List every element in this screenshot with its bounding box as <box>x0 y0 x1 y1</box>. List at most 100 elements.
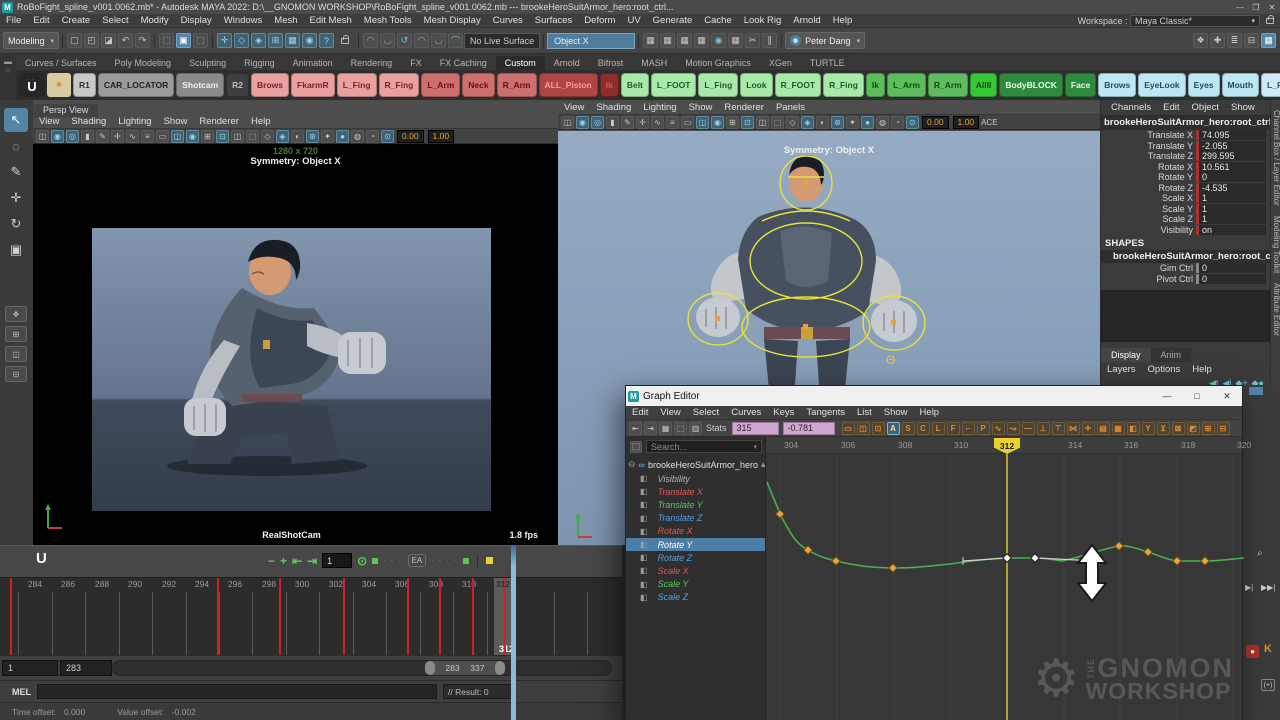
layer-editor-tab[interactable]: Display <box>1101 348 1151 362</box>
ge-keyframe-tool-icon[interactable]: ◫ <box>857 422 870 435</box>
ge-keyframe-tool-icon[interactable]: ⌐ <box>962 422 975 435</box>
shelf-tab[interactable]: XGen <box>760 56 801 70</box>
shelf-tab[interactable]: MASH <box>632 56 676 70</box>
tool-icon[interactable]: ▣ <box>4 238 28 262</box>
viewport-menu-item[interactable]: Help <box>245 116 277 127</box>
symmetry-object-field[interactable]: Object X <box>547 33 635 49</box>
shelf-tab[interactable]: Animation <box>284 56 342 70</box>
channel-row[interactable]: Rotate Z -4.535 <box>1101 183 1270 194</box>
menu-item[interactable]: UV <box>621 15 646 26</box>
ge-keyframe-tool-icon[interactable]: ⊥ <box>1037 422 1050 435</box>
viewport-toolbar-icon[interactable]: ◈ <box>801 116 814 129</box>
ge-keyframe-tool-icon[interactable]: ✛ <box>1082 422 1095 435</box>
stats-time-field[interactable]: 315 <box>732 422 779 435</box>
viewport-toolbar-icon[interactable]: ≡ <box>666 116 679 129</box>
window-maximize-button[interactable]: ❐ <box>1248 3 1264 12</box>
channel-row[interactable]: Pivot Ctrl 0 <box>1101 274 1270 285</box>
viewport-toolbar-icon[interactable]: ◫ <box>36 130 49 143</box>
graph-editor-menu-item[interactable]: Select <box>687 407 725 418</box>
shelf-button[interactable]: Brows <box>1098 73 1136 97</box>
menu-item[interactable]: Modify <box>135 15 175 26</box>
shelf-button[interactable]: AllII <box>970 73 998 97</box>
graph-editor-menu-item[interactable]: Help <box>914 407 946 418</box>
sidebar-vertical-tab[interactable]: Attribute Editor <box>1271 283 1280 336</box>
menu-item[interactable]: Curves <box>487 15 529 26</box>
viewport-menu-item[interactable]: Shading <box>65 116 112 127</box>
channel-item[interactable]: ◧ Rotate X <box>626 525 765 538</box>
tool-icon[interactable]: ◌ <box>4 134 28 158</box>
selection-mode-icon[interactable]: ▣ <box>176 33 191 48</box>
ge-tool-icon[interactable]: ▦ <box>659 422 672 435</box>
viewport-toolbar-icon[interactable]: ◇ <box>261 130 274 143</box>
viewport-toolbar-icon[interactable]: ● <box>336 130 349 143</box>
shelf-thumbnail-button[interactable]: ☀ <box>47 73 71 97</box>
menu-item[interactable]: Surfaces <box>529 15 579 26</box>
channel-item[interactable]: ◧ Scale Z <box>626 591 765 604</box>
viewport-toolbar-icon[interactable]: ⊛ <box>831 116 844 129</box>
layout-shortcut-button[interactable]: ⊟ <box>5 366 27 382</box>
lock-selection-icon[interactable] <box>341 38 349 44</box>
viewport-menu-item[interactable]: View <box>558 102 590 113</box>
selection-mode-icon[interactable]: ⬚ <box>193 33 208 48</box>
selected-node-name[interactable]: brookeHeroSuitArmor_hero:root_ctrl <box>1101 115 1270 130</box>
menu-set-dropdown[interactable]: Modeling▾ <box>3 32 59 49</box>
search-icon[interactable]: ⌕ <box>1257 548 1263 559</box>
rig-picker-logo[interactable]: ∙∙U <box>36 550 47 564</box>
time-ruler[interactable]: 304306308310314316318320 312 <box>766 437 1242 454</box>
shelf-button[interactable]: Neck <box>462 73 494 97</box>
shelf-button[interactable]: Belt <box>621 73 649 97</box>
channel-item[interactable]: ◧ Translate X <box>626 485 765 498</box>
viewport-toolbar-icon[interactable]: ◫ <box>696 116 709 129</box>
viewport-toolbar-icon[interactable]: ✦ <box>846 116 859 129</box>
channel-box-menu-item[interactable]: Object <box>1186 102 1225 113</box>
ge-tool-icon[interactable]: ⇥ <box>644 422 657 435</box>
shelf-tab[interactable]: FX Caching <box>431 56 496 70</box>
viewport-toolbar-icon[interactable]: ⊞ <box>726 116 739 129</box>
menu-item[interactable]: Arnold <box>787 15 826 26</box>
viewport-toolbar-icon[interactable]: ⊡ <box>741 116 754 129</box>
tool-icon[interactable]: ↻ <box>4 212 28 236</box>
file-toolbar-icon[interactable]: ↷ <box>135 33 150 48</box>
channel-item[interactable]: ◧ Rotate Y <box>626 538 765 551</box>
sidebar-toggle-icon[interactable]: ≣ <box>1227 33 1242 48</box>
construction-history-icon[interactable]: ◠ <box>363 33 378 48</box>
shape-node-name[interactable]: brookeHeroSuitArmor_hero:root_ct... <box>1101 250 1270 263</box>
evaluation-mode-button[interactable]: EA <box>408 554 427 567</box>
ge-keyframe-tool-icon[interactable]: ↝ <box>1007 422 1020 435</box>
file-toolbar-icon[interactable]: ↶ <box>118 33 133 48</box>
channel-item[interactable]: ◧ Scale Y <box>626 578 765 591</box>
viewport-toolbar-icon[interactable]: ✎ <box>96 130 109 143</box>
viewport-toolbar-icon[interactable]: ✛ <box>111 130 124 143</box>
range-handle-right[interactable] <box>495 661 505 675</box>
sidebar-vertical-tab[interactable]: Modeling Toolkit <box>1271 216 1280 273</box>
ge-keyframe-tool-icon[interactable]: ⊡ <box>872 422 885 435</box>
power-toggle-icon[interactable]: ⊙ <box>357 554 367 568</box>
channel-row[interactable]: Scale X 1 <box>1101 193 1270 204</box>
viewport-toolbar-icon[interactable]: ◉ <box>711 116 724 129</box>
anim-prefs-icon[interactable]: (+) <box>1261 679 1275 691</box>
shelf-tab[interactable]: TURTLE <box>801 56 854 70</box>
menu-item[interactable]: File <box>0 15 27 26</box>
viewport-toolbar-icon[interactable]: ◉ <box>576 116 589 129</box>
zoom-in-button[interactable]: + <box>280 554 287 568</box>
shelf-button[interactable]: Ik <box>600 73 619 97</box>
channel-row[interactable]: Rotate Y 0 <box>1101 172 1270 183</box>
live-surface-field[interactable]: No Live Surface <box>464 33 540 49</box>
shelf-tab[interactable]: Motion Graphics <box>676 56 760 70</box>
construction-history-icon[interactable]: ↺ <box>397 33 412 48</box>
gamma-field[interactable]: 1.00 <box>428 130 455 143</box>
workspace-dropdown[interactable]: Maya Classic*▾ <box>1130 15 1260 27</box>
channel-row[interactable]: Scale Z 1 <box>1101 214 1270 225</box>
menu-item[interactable]: Display <box>175 15 218 26</box>
layer-menu-item[interactable]: Layers <box>1101 364 1142 375</box>
shelf-button[interactable]: EyeLook <box>1138 73 1185 97</box>
viewport-toolbar-icon[interactable]: ≡ <box>141 130 154 143</box>
viewport-menu-item[interactable]: Renderer <box>718 102 770 113</box>
viewport-menu-item[interactable]: View <box>33 116 65 127</box>
render-toolbar-icon[interactable]: ▦ <box>694 33 709 48</box>
shelf-menu-icon[interactable]: ▬ <box>4 57 12 66</box>
prev-key-icon[interactable]: ⇤ <box>292 554 302 568</box>
graph-editor-titlebar[interactable]: M Graph Editor — □ ✕ <box>626 386 1242 406</box>
graph-editor-menu-item[interactable]: Curves <box>725 407 767 418</box>
ge-keyframe-tool-icon[interactable]: ◩ <box>1187 422 1200 435</box>
